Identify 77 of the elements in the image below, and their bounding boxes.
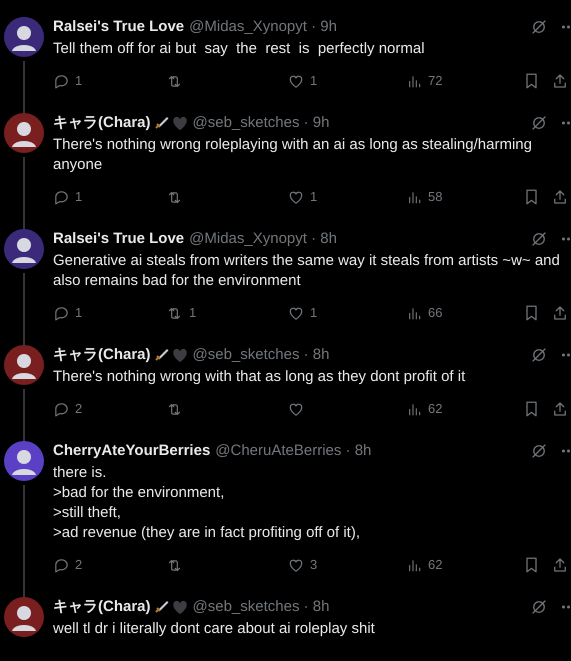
- avatar[interactable]: [4, 17, 44, 57]
- avatar[interactable]: [4, 229, 44, 269]
- avatar[interactable]: [4, 441, 44, 481]
- view-count: 62: [428, 400, 442, 418]
- post-text: Generative ai steals from writers the same way it steals from artists ~w~ and also remains bad for the environment: [53, 251, 561, 291]
- bookmark-icon[interactable]: [524, 400, 539, 418]
- heart-icon: [172, 116, 188, 130]
- heart-icon: [172, 600, 188, 614]
- view-count: 72: [428, 72, 442, 90]
- post-text: there is. >bad for the environment, >still theft, >ad revenue (they are in fact profiting off of it),: [53, 463, 361, 543]
- reply-count: 1: [75, 72, 82, 90]
- slashed-circle-icon[interactable]: [530, 18, 548, 36]
- share-icon[interactable]: [552, 188, 568, 206]
- reply-count: 2: [75, 556, 82, 574]
- heart-icon[interactable]: [287, 556, 305, 574]
- reply-icon[interactable]: [53, 556, 70, 574]
- author-name[interactable]: キャラ(Chara): [53, 596, 151, 618]
- author-name[interactable]: Ralsei's True Love: [53, 228, 184, 250]
- like-count: 1: [310, 188, 318, 206]
- reply-icon[interactable]: [53, 188, 70, 206]
- like-count: 3: [310, 556, 318, 574]
- author-name[interactable]: CherryAteYourBerries: [53, 440, 210, 462]
- handle-and-time: @Midas_Xynopyt · 8h: [189, 228, 337, 249]
- slashed-circle-icon[interactable]: [530, 114, 548, 132]
- author-name[interactable]: キャラ(Chara): [53, 112, 151, 134]
- view-count: 58: [428, 188, 442, 206]
- slashed-circle-icon[interactable]: [530, 442, 548, 460]
- heart-icon[interactable]: [287, 400, 305, 418]
- slashed-circle-icon[interactable]: [530, 346, 548, 364]
- post-text: There's nothing wrong roleplaying with an ai as long as stealing/harming anyone: [53, 135, 533, 175]
- slashed-circle-icon[interactable]: [530, 598, 548, 616]
- handle-and-time: @seb_sketches · 8h: [192, 344, 330, 365]
- more-icon[interactable]: [562, 605, 571, 609]
- dagger-icon: [152, 115, 169, 131]
- share-icon[interactable]: [552, 400, 568, 418]
- handle-and-time: @seb_sketches · 9h: [192, 112, 330, 133]
- avatar[interactable]: [4, 345, 44, 385]
- like-count: 1: [310, 304, 318, 322]
- share-icon[interactable]: [552, 304, 568, 322]
- more-icon[interactable]: [562, 237, 571, 241]
- repost-count: 1: [189, 304, 196, 322]
- heart-icon[interactable]: [287, 72, 305, 90]
- dagger-icon: [152, 599, 169, 615]
- heart-icon[interactable]: [287, 188, 305, 206]
- post-text: well tl dr i literally dont care about ai roleplay shit: [53, 619, 376, 639]
- avatar[interactable]: [4, 113, 44, 153]
- author-name[interactable]: Ralsei's True Love: [53, 16, 184, 38]
- slashed-circle-icon[interactable]: [530, 230, 548, 248]
- handle-and-time: @CheruAteBerries · 8h: [215, 440, 372, 461]
- dagger-icon: [152, 347, 169, 363]
- bookmark-icon[interactable]: [524, 72, 539, 90]
- handle-and-time: @seb_sketches · 8h: [192, 596, 330, 617]
- bookmark-icon[interactable]: [524, 188, 539, 206]
- reply-count: 1: [75, 188, 82, 206]
- share-icon[interactable]: [552, 556, 568, 574]
- bookmark-icon[interactable]: [524, 304, 539, 322]
- heart-icon[interactable]: [287, 304, 305, 322]
- view-count: 62: [428, 556, 442, 574]
- more-icon[interactable]: [562, 25, 571, 29]
- reply-count: 1: [75, 304, 82, 322]
- bookmark-icon[interactable]: [524, 556, 539, 574]
- handle-and-time: @Midas_Xynopyt · 9h: [189, 16, 337, 37]
- heart-icon: [172, 348, 188, 362]
- view-count: 66: [428, 304, 442, 322]
- more-icon[interactable]: [562, 121, 571, 125]
- post-text: There's nothing wrong with that as long as they dont profit of it: [53, 367, 466, 387]
- author-name[interactable]: キャラ(Chara): [53, 344, 151, 366]
- like-count: 1: [310, 72, 318, 90]
- reply-icon[interactable]: [53, 72, 70, 90]
- reply-icon[interactable]: [53, 304, 70, 322]
- reply-icon[interactable]: [53, 400, 70, 418]
- share-icon[interactable]: [552, 72, 568, 90]
- more-icon[interactable]: [562, 449, 571, 453]
- more-icon[interactable]: [562, 353, 571, 357]
- avatar[interactable]: [4, 597, 44, 637]
- post-text: Tell them off for ai but say the rest is perfectly normal: [53, 39, 426, 59]
- reply-count: 2: [75, 400, 82, 418]
